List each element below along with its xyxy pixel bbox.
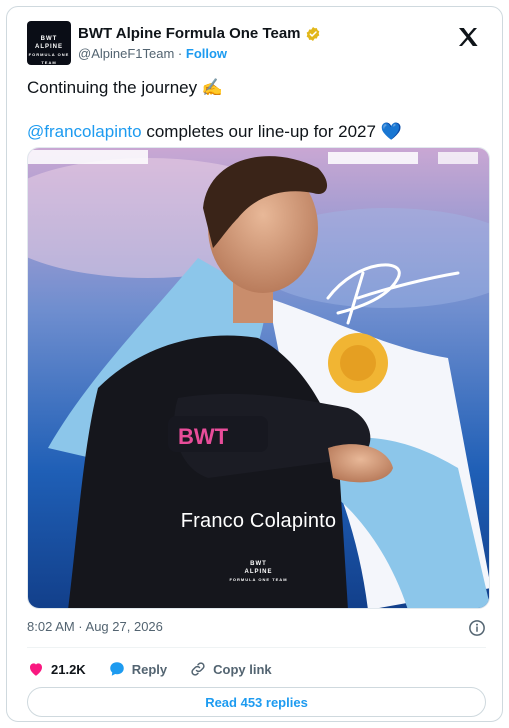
mention-link[interactable]: @francolapinto [27,122,142,141]
heart-icon [30,663,42,676]
tweet-timestamp[interactable]: 8:02 AM · Aug 27, 2026 [27,619,163,634]
media-logo: BWT ALPINE FORMULA ONE TEAM [28,560,489,584]
like-button[interactable]: 21.2K [27,660,86,678]
read-replies-button[interactable]: Read 453 replies [27,687,486,717]
avatar-logo-line: FORMULA ONE TEAM [28,52,70,65]
follow-button[interactable]: Follow [186,46,227,61]
tweet-text-line: @francolapinto completes our line-up for… [27,121,402,143]
reply-label: Reply [131,661,168,677]
action-bar: 21.2K Reply Copy link [27,657,272,681]
separator-dot: · [177,46,183,61]
tweet-text: completes our line-up for 2027 [141,122,376,141]
reply-button[interactable]: Reply [108,660,167,678]
media-caption: Franco Colapinto [180,510,337,532]
tweet-header: BWT ALPINE FORMULA ONE TEAM BWT Alpine F… [27,19,486,67]
tweet-media-image[interactable]: BWT Franco Colapinto BWT ALPINE FORMULA … [27,147,490,609]
info-icon[interactable] [468,619,486,637]
copy-link-label: Copy link [213,661,272,677]
blue-heart-emoji: 💙 [380,122,402,141]
copy-link-button[interactable]: Copy link [189,660,272,678]
media-logo-line: FORMULA ONE TEAM [229,577,288,582]
avatar-logo-line: ALPINE [34,44,63,50]
tweet-card: BWT ALPINE FORMULA ONE TEAM BWT Alpine F… [6,6,503,722]
author-name[interactable]: BWT Alpine Formula One Team [78,25,301,42]
tweet-text-line: Continuing the journey ✍️ [27,77,223,99]
avatar-logo-line: BWT [40,36,58,42]
x-logo-icon[interactable] [456,25,480,49]
reply-bubble-icon [109,662,124,676]
divider [27,647,486,648]
tweet-text: Continuing the journey [27,78,198,97]
avatar[interactable]: BWT ALPINE FORMULA ONE TEAM [27,21,71,65]
writing-hand-emoji: ✍️ [201,78,224,97]
link-icon [191,662,205,676]
like-count: 21.2K [51,661,86,677]
media-illustration: BWT [28,148,489,608]
media-logo-line: BWT [250,561,267,567]
sponsor-logo: BWT [178,424,229,449]
author-handle[interactable]: @AlpineF1Team [78,46,174,61]
avatar-logo: BWT ALPINE FORMULA ONE TEAM [27,35,71,65]
media-logo-line: ALPINE [244,569,273,575]
verified-badge-icon [306,26,319,41]
